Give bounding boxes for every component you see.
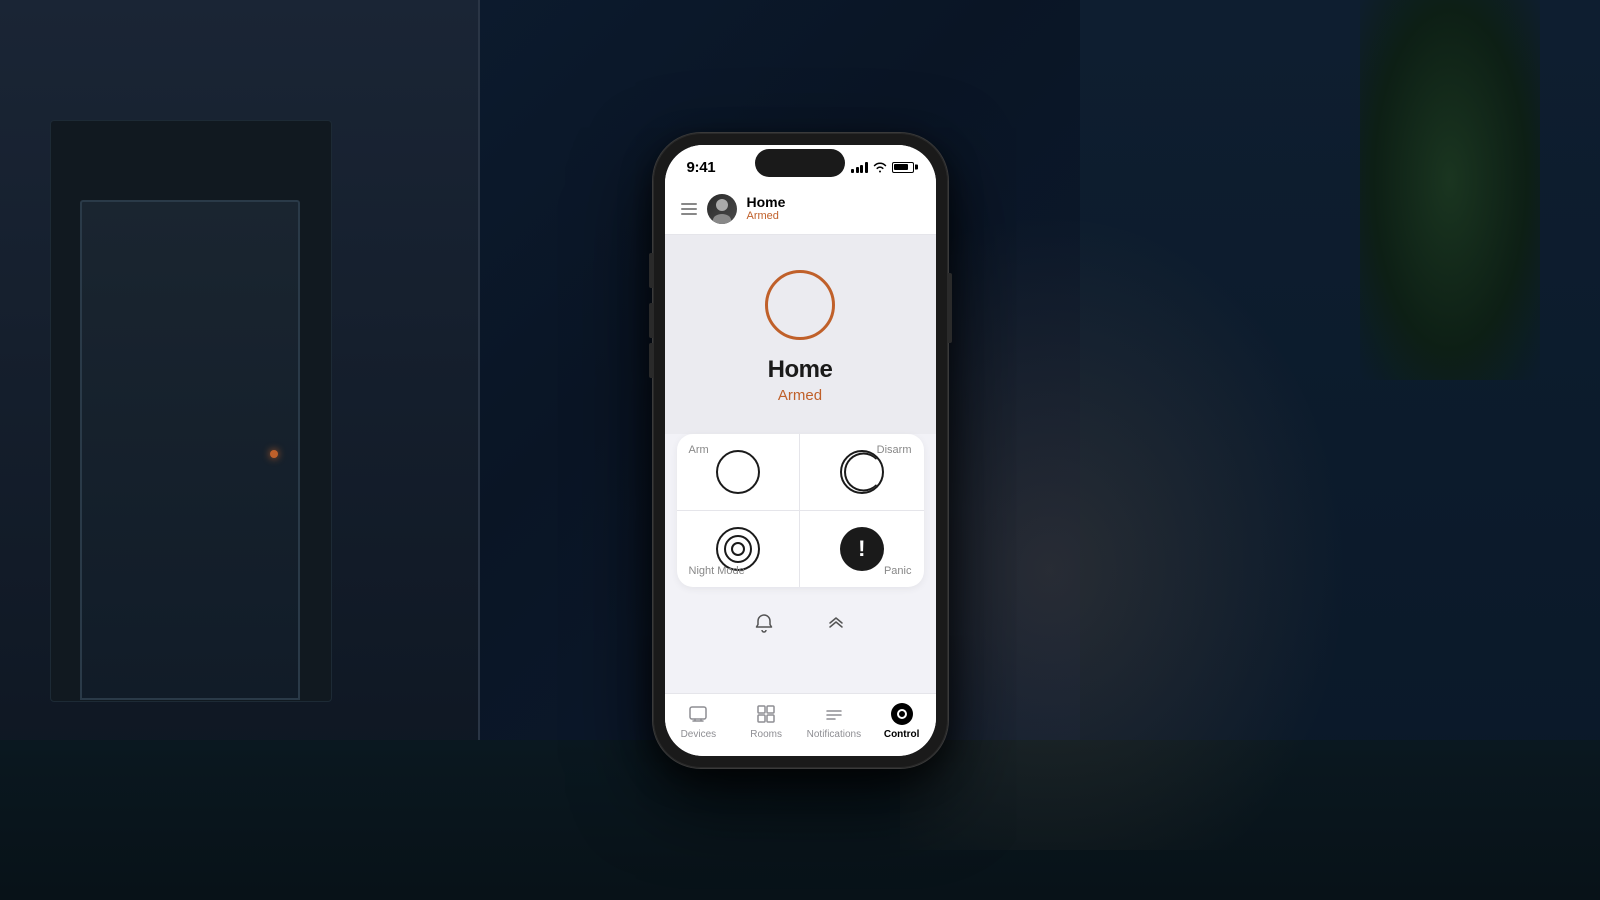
hero-status: Armed — [778, 387, 822, 404]
nav-home-name: Home — [747, 195, 786, 210]
devices-tab-icon — [687, 703, 709, 725]
panic-icon: ! — [840, 527, 884, 571]
quick-actions — [665, 603, 936, 645]
arm-button[interactable]: Arm — [677, 434, 801, 511]
disarm-icon — [840, 450, 884, 494]
tree-right — [1360, 0, 1540, 380]
control-section: Arm Disarm Night Mode — [677, 434, 924, 587]
dynamic-island — [755, 149, 845, 177]
signal-icon — [851, 162, 868, 173]
arm-icon — [716, 450, 760, 494]
status-time: 9:41 — [687, 159, 716, 176]
home-avatar — [707, 194, 737, 224]
tab-notifications-label: Notifications — [807, 729, 861, 740]
phone-device: 9:41 — [653, 133, 948, 768]
tab-bar: Devices Rooms — [665, 693, 936, 756]
control-grid: Arm Disarm Night Mode — [677, 434, 924, 587]
status-icons — [851, 162, 914, 173]
wifi-icon — [873, 162, 887, 173]
door — [80, 200, 300, 700]
panic-button[interactable]: ! Panic — [800, 511, 924, 587]
hero-section: Home Armed — [665, 235, 936, 434]
tab-control-label: Control — [884, 729, 920, 740]
tab-notifications[interactable]: Notifications — [800, 702, 868, 740]
disarm-button[interactable]: Disarm — [800, 434, 924, 511]
tab-rooms-label: Rooms — [750, 729, 782, 740]
hero-title: Home — [768, 356, 833, 384]
scroll-up-quick-action[interactable] — [825, 613, 847, 635]
panic-label: Panic — [884, 565, 912, 577]
battery-icon — [892, 162, 914, 173]
night-mode-button[interactable]: Night Mode — [677, 511, 801, 587]
armed-circle-indicator — [765, 270, 835, 340]
main-content: Home Armed Arm Disarm — [665, 235, 936, 693]
tab-control[interactable]: Control — [868, 702, 936, 740]
disarm-label: Disarm — [877, 444, 912, 456]
bell-icon — [753, 613, 775, 635]
chevron-up-double-icon — [825, 613, 847, 635]
tab-rooms[interactable]: Rooms — [732, 702, 800, 740]
notifications-tab-icon — [823, 703, 845, 725]
phone-wrapper: 9:41 — [653, 133, 948, 768]
nav-home-status: Armed — [747, 210, 786, 222]
rooms-tab-icon — [755, 703, 777, 725]
tab-devices-label: Devices — [681, 729, 717, 740]
menu-button[interactable] — [681, 203, 697, 215]
arm-label: Arm — [689, 444, 709, 456]
nav-title-group: Home Armed — [747, 195, 786, 222]
phone-screen: 9:41 — [665, 145, 936, 756]
tab-devices[interactable]: Devices — [665, 702, 733, 740]
control-tab-icon — [891, 703, 913, 725]
bell-quick-action[interactable] — [753, 613, 775, 635]
nav-bar: Home Armed — [665, 184, 936, 235]
night-mode-label: Night Mode — [689, 565, 745, 577]
